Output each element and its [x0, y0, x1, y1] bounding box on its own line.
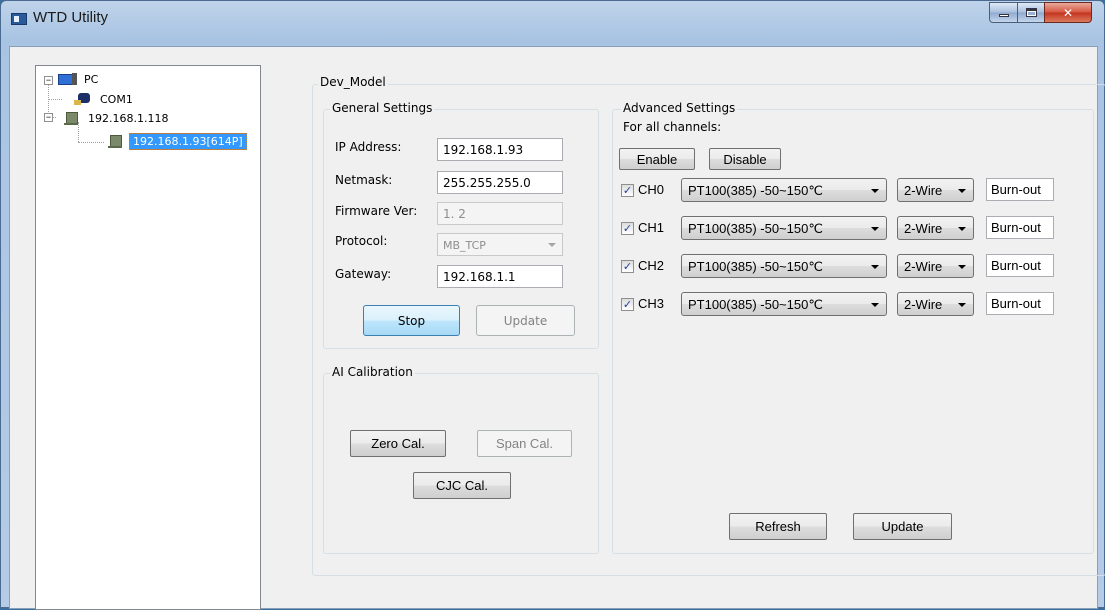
general-update-button[interactable]: Update — [476, 305, 575, 336]
chevron-down-icon — [958, 265, 966, 269]
window-title: WTD Utility — [33, 9, 108, 26]
advanced-update-button[interactable]: Update — [853, 513, 952, 540]
zero-cal-button[interactable]: Zero Cal. — [350, 430, 446, 457]
span-cal-button[interactable]: Span Cal. — [477, 430, 572, 457]
disable-all-button[interactable]: Disable — [709, 148, 781, 170]
ip-address-label: IP Address: — [335, 140, 402, 154]
chevron-down-icon — [871, 303, 879, 307]
netmask-field[interactable]: 255.255.255.0 — [437, 171, 563, 194]
ch3-sensor-value: PT100(385) -50~150℃ — [688, 297, 823, 312]
chevron-down-icon — [958, 303, 966, 307]
ai-calibration-group — [323, 373, 599, 554]
ch2-sensor-value: PT100(385) -50~150℃ — [688, 259, 823, 274]
ch2-label: CH2 — [638, 258, 665, 273]
refresh-button[interactable]: Refresh — [729, 513, 827, 540]
minimize-button[interactable] — [989, 2, 1017, 23]
advanced-settings-group — [612, 109, 1094, 554]
network-device-icon — [106, 134, 126, 148]
close-icon: ✕ — [1062, 5, 1074, 20]
ch3-checkbox[interactable]: ✓ — [621, 298, 634, 311]
protocol-label: Protocol: — [335, 234, 388, 248]
ch2-checkbox[interactable]: ✓ — [621, 260, 634, 273]
network-device-icon — [62, 111, 82, 125]
ch2-wire-select[interactable]: 2-Wire — [897, 254, 974, 278]
cjc-cal-button[interactable]: CJC Cal. — [413, 472, 511, 499]
ch2-wire-value: 2-Wire — [904, 259, 943, 274]
maximize-icon — [1025, 8, 1037, 17]
tree-line — [48, 99, 62, 100]
serial-port-icon — [74, 92, 94, 106]
ch3-wire-value: 2-Wire — [904, 297, 943, 312]
ch0-sensor-select[interactable]: PT100(385) -50~150℃ — [681, 178, 887, 202]
dev-model-title: Dev_Model — [318, 75, 388, 89]
ch0-wire-select[interactable]: 2-Wire — [897, 178, 974, 202]
chevron-down-icon — [871, 227, 879, 231]
tree-node-device[interactable]: 192.168.1.93[614P] — [106, 132, 247, 150]
ch3-label: CH3 — [638, 296, 665, 311]
chevron-down-icon — [958, 227, 966, 231]
netmask-label: Netmask: — [335, 173, 393, 187]
firmware-label: Firmware Ver: — [335, 204, 418, 218]
tree-node-ip[interactable]: 192.168.1.118 — [62, 109, 171, 127]
ip-address-field[interactable]: 192.168.1.93 — [437, 138, 563, 161]
ch3-wire-select[interactable]: 2-Wire — [897, 292, 974, 316]
tree-line — [78, 142, 104, 143]
ch2-burnout-field[interactable]: Burn-out — [986, 254, 1054, 277]
computer-icon — [58, 72, 78, 86]
ch1-label: CH1 — [638, 220, 665, 235]
app-window: WTD Utility ✕ − PC COM1 − 192.168.1.118 … — [0, 0, 1105, 610]
tree-node-pc[interactable]: PC — [58, 70, 101, 88]
tree-node-com1[interactable]: COM1 — [74, 90, 136, 108]
enable-all-button[interactable]: Enable — [619, 148, 695, 170]
minimize-icon — [998, 14, 1009, 17]
ch0-label: CH0 — [638, 182, 665, 197]
chevron-down-icon — [548, 243, 556, 247]
client-area: − PC COM1 − 192.168.1.118 192.168.1.93[6… — [9, 46, 1105, 610]
chevron-down-icon — [871, 189, 879, 193]
firmware-field[interactable]: 1. 2 — [437, 202, 563, 225]
all-channels-label: For all channels: — [623, 120, 722, 134]
ch1-wire-select[interactable]: 2-Wire — [897, 216, 974, 240]
ch1-sensor-select[interactable]: PT100(385) -50~150℃ — [681, 216, 887, 240]
ch2-sensor-select[interactable]: PT100(385) -50~150℃ — [681, 254, 887, 278]
ch0-checkbox[interactable]: ✓ — [621, 184, 634, 197]
advanced-settings-title: Advanced Settings — [621, 101, 738, 115]
chevron-down-icon — [958, 189, 966, 193]
general-settings-title: General Settings — [330, 101, 435, 115]
collapse-icon[interactable]: − — [44, 113, 53, 122]
app-icon — [11, 13, 27, 25]
tree-node-label: PC — [84, 72, 99, 86]
tree-node-label: COM1 — [100, 92, 133, 106]
ch3-sensor-select[interactable]: PT100(385) -50~150℃ — [681, 292, 887, 316]
ch1-burnout-field[interactable]: Burn-out — [986, 216, 1054, 239]
ch0-burnout-field[interactable]: Burn-out — [986, 178, 1054, 201]
ch0-sensor-value: PT100(385) -50~150℃ — [688, 183, 823, 198]
collapse-icon[interactable]: − — [44, 76, 53, 85]
close-button[interactable]: ✕ — [1044, 2, 1092, 23]
chevron-down-icon — [871, 265, 879, 269]
tree-node-label: 192.168.1.93[614P] — [129, 132, 247, 150]
gateway-label: Gateway: — [335, 267, 392, 281]
stop-button[interactable]: Stop — [363, 305, 460, 336]
window-controls: ✕ — [989, 2, 1092, 24]
protocol-value: MB_TCP — [443, 239, 486, 252]
device-tree[interactable]: − PC COM1 − 192.168.1.118 192.168.1.93[6… — [35, 65, 261, 610]
ai-calibration-title: AI Calibration — [330, 365, 415, 379]
ch1-sensor-value: PT100(385) -50~150℃ — [688, 221, 823, 236]
protocol-select[interactable]: MB_TCP — [437, 233, 563, 256]
gateway-field[interactable]: 192.168.1.1 — [437, 265, 563, 288]
maximize-button[interactable] — [1017, 2, 1044, 23]
ch1-wire-value: 2-Wire — [904, 221, 943, 236]
ch0-wire-value: 2-Wire — [904, 183, 943, 198]
ch3-burnout-field[interactable]: Burn-out — [986, 292, 1054, 315]
ch1-checkbox[interactable]: ✓ — [621, 222, 634, 235]
tree-node-label: 192.168.1.118 — [88, 111, 169, 125]
